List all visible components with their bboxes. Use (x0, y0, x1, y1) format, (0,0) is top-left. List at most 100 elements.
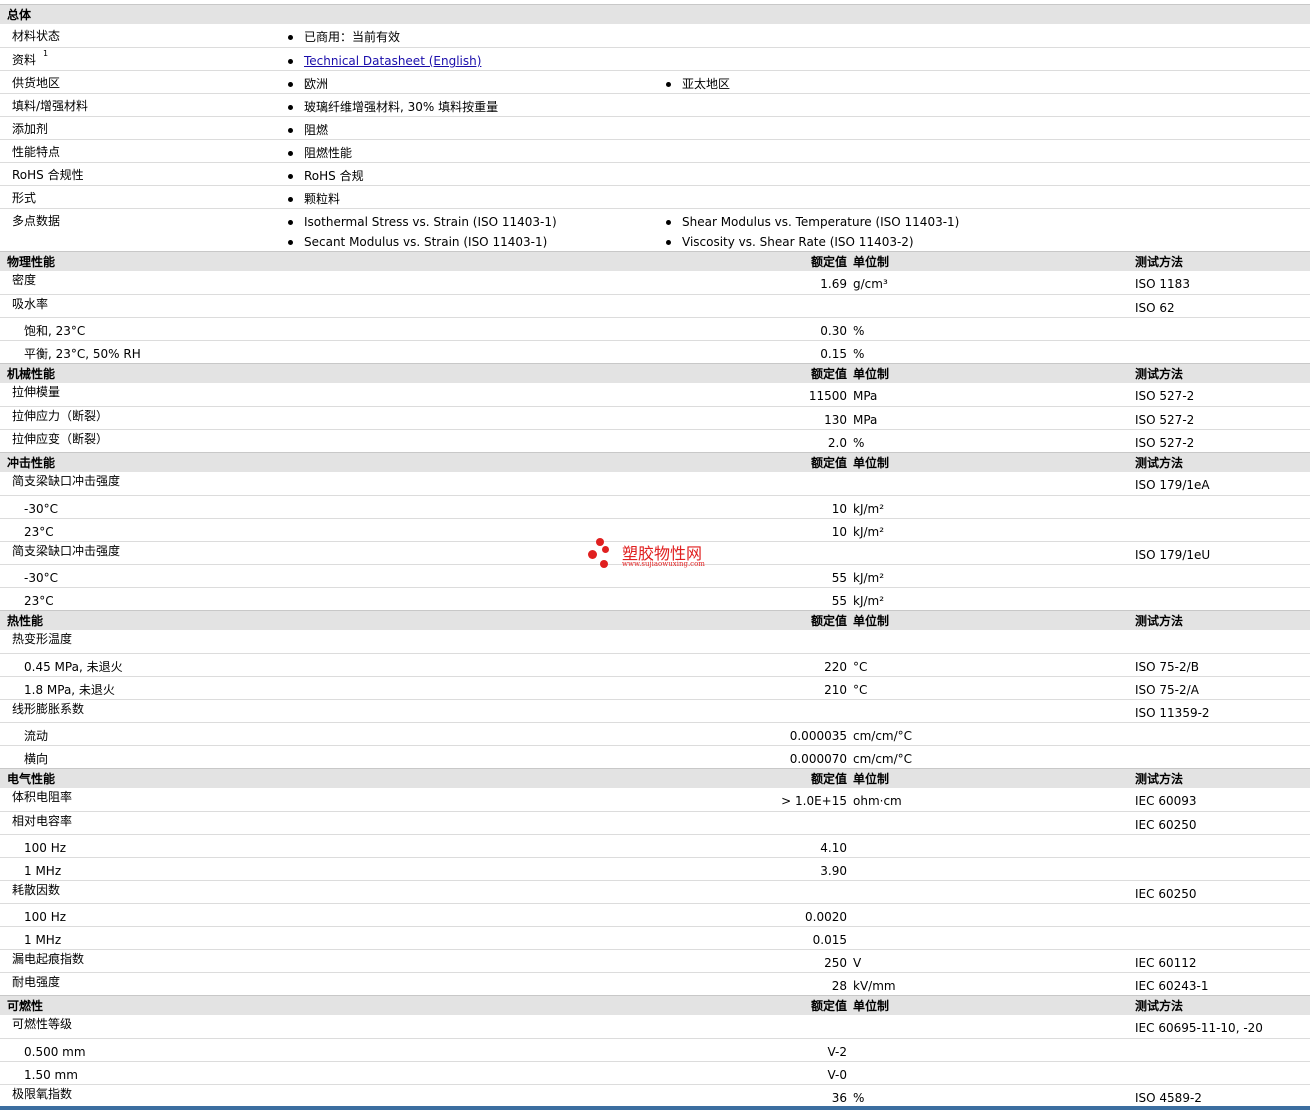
general-row: 材料状态 已商用：当前有效 (0, 24, 1310, 47)
property-row: 吸水率 ISO 62 (0, 294, 1310, 317)
property-label: 横向 (24, 752, 49, 766)
column-header-method: 测试方法 (1135, 456, 1184, 470)
property-label: -30°C (24, 502, 58, 516)
property-value: 4.10 (820, 841, 847, 855)
general-row: 添加剂 阻燃 (0, 116, 1310, 139)
section-header: 热性能 额定值 单位制 测试方法 (0, 610, 1310, 630)
column-header-method: 测试方法 (1135, 772, 1184, 786)
property-value: 55 (831, 571, 847, 585)
bullet-icon (666, 82, 671, 87)
property-unit: kJ/m² (853, 594, 885, 608)
property-label: 密度 (12, 273, 37, 287)
property-value: 36 (831, 1091, 847, 1105)
test-method: IEC 60093 (1135, 794, 1197, 808)
column-header-method: 测试方法 (1135, 255, 1184, 269)
test-method: ISO 75-2/A (1135, 683, 1199, 697)
property-label: 线形膨胀系数 (12, 702, 85, 716)
column-header-method: 测试方法 (1135, 367, 1184, 381)
property-label: 1 MHz (24, 864, 62, 878)
property-value: > 1.0E+15 (781, 794, 847, 808)
general-item: 玻璃纤维增强材料, 30% 填料按重量 (304, 100, 499, 114)
property-row: 极限氧指数 36% ISO 4589-2 (0, 1084, 1310, 1107)
bullet-icon (288, 35, 293, 40)
general-item: 已商用：当前有效 (304, 30, 401, 44)
test-method: IEC 60112 (1135, 956, 1197, 970)
bullet-icon (666, 220, 671, 225)
general-item: Secant Modulus vs. Strain (ISO 11403-1) (304, 235, 548, 249)
bullet-icon (288, 197, 293, 202)
property-row: 可燃性等级 IEC 60695-11-10, -20 (0, 1015, 1310, 1038)
property-unit: cm/cm/°C (853, 729, 913, 743)
property-label: 拉伸应变（断裂） (12, 432, 109, 446)
general-row: 供货地区 欧洲 亚太地区 (0, 70, 1310, 93)
property-value: 0.30 (820, 324, 847, 338)
property-unit: MPa (853, 413, 878, 427)
property-row: 线形膨胀系数 ISO 11359-2 (0, 699, 1310, 722)
property-value: 10 (831, 502, 847, 516)
column-header-value: 额定值 (810, 772, 847, 786)
bullet-icon (288, 220, 293, 225)
property-value: 0.15 (820, 347, 847, 361)
property-unit: °C (853, 683, 868, 697)
property-label: 漏电起痕指数 (12, 952, 85, 966)
test-method: ISO 527-2 (1135, 413, 1195, 427)
section-header: 可燃性 额定值 单位制 测试方法 (0, 995, 1310, 1015)
property-unit: % (853, 436, 865, 450)
column-header-unit: 单位制 (853, 772, 890, 786)
column-header-value: 额定值 (810, 456, 847, 470)
general-item: RoHS 合规 (304, 169, 364, 183)
property-unit: V (853, 956, 862, 970)
logo-dot (602, 546, 609, 553)
general-item: 阻燃性能 (304, 146, 353, 160)
property-label: 耐电强度 (12, 975, 61, 989)
column-header-unit: 单位制 (853, 456, 890, 470)
bullet-icon (288, 240, 293, 245)
property-value: 0.000035 (789, 729, 847, 743)
general-item: 亚太地区 (682, 77, 731, 91)
property-label: 拉伸模量 (12, 385, 61, 399)
property-row: 100 Hz 0.0020 (0, 903, 1310, 926)
property-row: 拉伸模量 11500 MPa ISO 527-2 (0, 383, 1310, 406)
general-row-label: 供货地区 (12, 76, 61, 90)
general-row-label: 填料/增强材料 (12, 99, 89, 113)
property-row: 密度 1.69 g/cm³ ISO 1183 (0, 271, 1310, 294)
property-label: 平衡, 23°C, 50% RH (24, 347, 141, 361)
general-row-label: 性能特点 (12, 145, 61, 159)
property-row: 1 MHz 0.015 (0, 926, 1310, 949)
property-label: 体积电阻率 (12, 790, 73, 804)
property-label: 100 Hz (24, 910, 67, 924)
property-row: 漏电起痕指数 250 V IEC 60112 (0, 949, 1310, 972)
property-unit: % (853, 1091, 865, 1105)
section-title: 电气性能 (7, 772, 56, 786)
property-row: 简支梁缺口冲击强度 ISO 179/1eA (0, 472, 1310, 495)
logo-dot (596, 538, 604, 546)
property-unit: % (853, 347, 865, 361)
general-row-label: RoHS 合规性 (12, 168, 84, 182)
section-header: 电气性能 额定值 单位制 测试方法 (0, 768, 1310, 788)
column-header-value: 额定值 (810, 999, 847, 1013)
property-label: 拉伸应力（断裂） (12, 409, 109, 423)
column-header-unit: 单位制 (853, 255, 890, 269)
property-value: 250 (824, 956, 847, 970)
property-row: 耗散因数 IEC 60250 (0, 880, 1310, 903)
general-row-label: 材料状态 (12, 29, 61, 43)
bottom-scrollbar[interactable] (0, 1106, 1310, 1110)
general-row: 填料/增强材料 玻璃纤维增强材料, 30% 填料按重量 (0, 93, 1310, 116)
property-value: 210 (824, 683, 847, 697)
property-value: 2.0 (827, 436, 847, 450)
general-row: 性能特点 阻燃性能 (0, 139, 1310, 162)
test-method: IEC 60243-1 (1135, 979, 1209, 993)
bullet-icon (288, 174, 293, 179)
column-header-value: 额定值 (810, 255, 847, 269)
test-method: ISO 527-2 (1135, 389, 1195, 403)
general-item: 阻燃 (304, 123, 329, 137)
bullet-icon (666, 240, 671, 245)
bullet-icon (288, 82, 293, 87)
property-label: 耗散因数 (12, 883, 61, 897)
property-label: 极限氧指数 (12, 1087, 73, 1101)
general-item: 欧洲 (304, 77, 329, 91)
watermark-url: www.sujiaowuxing.com (622, 560, 705, 568)
property-value: V-0 (827, 1068, 847, 1082)
datasheet-link[interactable]: Technical Datasheet (English) (304, 54, 481, 68)
property-row: 1.8 MPa, 未退火 210 °C ISO 75-2/A (0, 676, 1310, 699)
